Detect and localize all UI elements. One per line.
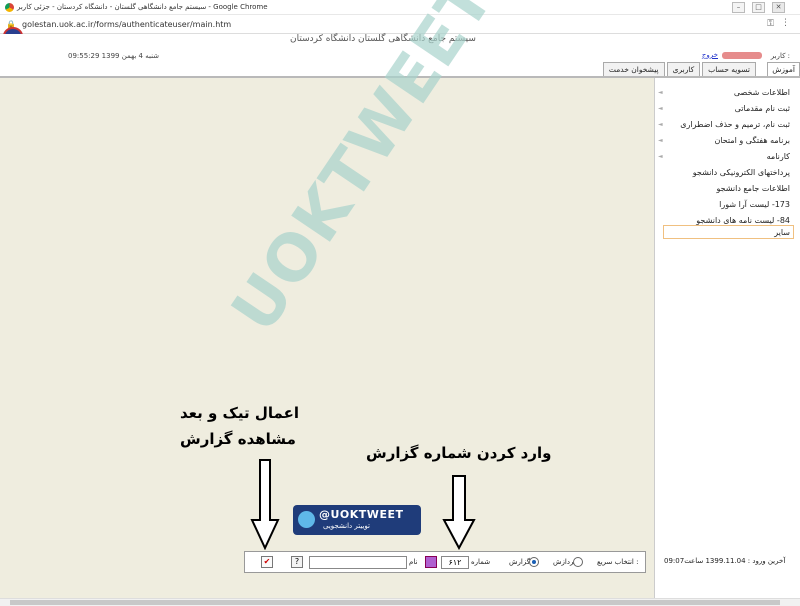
window-title: سیستم جامع دانشگاهی گلستان - دانشگاه کرد… bbox=[17, 3, 268, 11]
chrome-icon bbox=[5, 3, 14, 12]
current-datetime: 09:55:29 شنبه 4 بهمن 1399 bbox=[68, 52, 160, 60]
help-icon[interactable]: ? bbox=[291, 556, 303, 568]
sidebar-item-payments[interactable]: پرداختهای الکترونیکی دانشجو bbox=[693, 168, 790, 177]
report-icon[interactable] bbox=[425, 556, 437, 568]
tab-settlement[interactable]: تسویه حساب bbox=[702, 62, 756, 76]
uoktweet-badge: @UOKTWEET توییتر دانشجویی bbox=[293, 505, 421, 535]
arrow-down-icon bbox=[442, 475, 476, 550]
sidebar-item-student-info[interactable]: اطلاعات جامع دانشجو bbox=[716, 184, 790, 193]
menu-icon[interactable]: ⋮ bbox=[781, 18, 790, 28]
close-button[interactable]: ✕ bbox=[772, 2, 785, 13]
minimize-button[interactable]: – bbox=[732, 2, 745, 13]
option-report-radio[interactable] bbox=[529, 557, 539, 567]
chevron-left-icon: ◄ bbox=[658, 137, 663, 144]
chevron-left-icon: ◄ bbox=[658, 105, 663, 112]
maximize-button[interactable]: □ bbox=[752, 2, 765, 13]
sidebar-item-council-votes[interactable]: 173- لیست آرا شورا bbox=[719, 200, 790, 209]
annotation-tick-line2: مشاهده گزارش bbox=[180, 430, 296, 448]
quick-select-label: انتخاب سریع : bbox=[597, 558, 639, 566]
arrow-down-icon bbox=[250, 459, 280, 550]
address-bar[interactable]: 🔒 golestan.uok.ac.ir/forms/authenticateu… bbox=[0, 16, 800, 34]
report-number-input[interactable]: ۶۱۲ bbox=[441, 556, 469, 569]
url-text[interactable]: golestan.uok.ac.ir/forms/authenticateuse… bbox=[22, 20, 231, 29]
user-label: کاربر : bbox=[770, 52, 790, 60]
sidebar-menu: ◄ اطلاعات شخصی ◄ ثبت نام مقدماتی ◄ ثبت ن… bbox=[654, 78, 800, 598]
tab-education[interactable]: آموزش bbox=[767, 62, 800, 76]
last-login: آخرین ورود : 1399.11.04 ساعت09:07 bbox=[664, 557, 786, 565]
quick-select-toolbar: انتخاب سریع : پردازش گزارش شماره ۶۱۲ نام… bbox=[244, 551, 646, 573]
annotation-report-number: وارد کردن شماره گزارش bbox=[366, 444, 552, 462]
option-report-label: گزارش bbox=[509, 558, 531, 566]
option-process-radio[interactable] bbox=[573, 557, 583, 567]
name-input[interactable] bbox=[309, 556, 407, 569]
apply-checkbox[interactable]: ✔ bbox=[261, 556, 273, 568]
horizontal-scrollbar[interactable] bbox=[0, 598, 800, 606]
sidebar-item-personal-info[interactable]: اطلاعات شخصی bbox=[734, 88, 790, 97]
badge-subtitle: توییتر دانشجویی bbox=[323, 522, 370, 530]
name-label: نام bbox=[409, 558, 418, 566]
scrollbar-thumb[interactable] bbox=[10, 600, 780, 605]
sidebar-item-transcript[interactable]: کارنامه bbox=[767, 152, 790, 161]
sidebar-item-other[interactable]: سایر bbox=[774, 228, 790, 237]
chevron-left-icon: ◄ bbox=[658, 89, 663, 96]
logout-link[interactable]: خروج bbox=[702, 51, 718, 59]
number-label: شماره bbox=[471, 558, 491, 566]
badge-handle: @UOKTWEET bbox=[319, 508, 404, 521]
annotation-tick-line1: اعمال تیک و بعد bbox=[180, 404, 299, 422]
tab-service-counter[interactable]: پیشخوان خدمت bbox=[602, 62, 665, 76]
sidebar-item-schedule[interactable]: برنامه هفتگی و امتحان bbox=[714, 136, 790, 145]
bird-icon bbox=[298, 511, 315, 528]
top-tabs: پیشخوان خدمت کاربری تسویه حساب bbox=[602, 62, 756, 76]
sidebar-item-registration[interactable]: ثبت نام، ترمیم و حذف اضطراری bbox=[680, 120, 790, 129]
key-icon[interactable]: ⚿ bbox=[767, 19, 774, 29]
sidebar-item-student-letters[interactable]: 84- لیست نامه های دانشجو bbox=[696, 216, 790, 225]
window-titlebar: سیستم جامع دانشگاهی گلستان - دانشگاه کرد… bbox=[0, 0, 800, 15]
sidebar-item-pre-registration[interactable]: ثبت نام مقدماتی bbox=[735, 104, 790, 113]
user-name-redacted bbox=[722, 52, 762, 59]
chevron-left-icon: ◄ bbox=[658, 153, 663, 160]
tab-user[interactable]: کاربری bbox=[666, 62, 701, 76]
chevron-left-icon: ◄ bbox=[658, 121, 663, 128]
